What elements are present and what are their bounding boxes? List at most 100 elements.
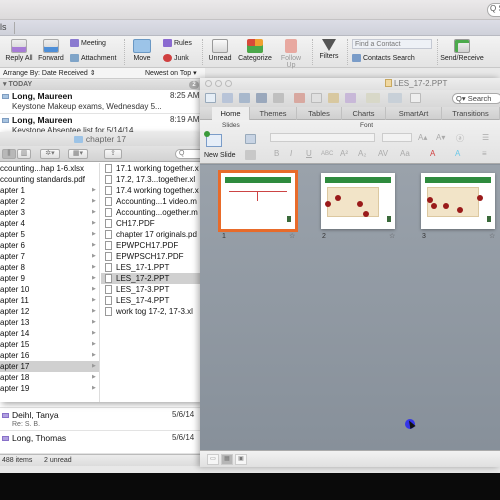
tab-home[interactable]: Home (212, 107, 250, 120)
finder-item[interactable]: apter 7 ▶ (0, 251, 99, 262)
finder-item[interactable]: apter 9 ▶ (0, 273, 99, 284)
finder-file[interactable]: LES_17-2.PPT (101, 273, 200, 284)
filters-button[interactable]: Filters (317, 39, 341, 60)
sort-order-dropdown[interactable]: Newest on Top ▾ (145, 69, 197, 77)
font-color-button[interactable]: A (430, 149, 435, 158)
finder-item[interactable]: ccounting...hap 1-6.xlsx (0, 163, 99, 174)
coverflow-view-button[interactable]: ▥ (17, 149, 31, 159)
bullets-button[interactable]: ☰ (482, 133, 489, 142)
cut-icon[interactable] (294, 93, 305, 103)
share-button[interactable]: ⇪ (104, 149, 122, 159)
slideshow-view-button[interactable]: ▣ (235, 454, 247, 465)
slide-thumbnail[interactable] (421, 173, 495, 229)
layout-icon[interactable] (245, 134, 256, 144)
subscript-button[interactable]: A₂ (358, 149, 366, 158)
finder-item[interactable]: apter 11 ▶ (0, 295, 99, 306)
finder-item[interactable]: apter 14 ▶ (0, 328, 99, 339)
group-header-today[interactable]: ▾ TODAY 2 (0, 80, 205, 90)
close-button[interactable] (205, 80, 212, 87)
categorize-button[interactable]: Categorize (237, 39, 273, 62)
templates-icon[interactable] (222, 93, 233, 103)
finder-item[interactable]: ccounting standards.pdf (0, 174, 99, 185)
rules-button[interactable]: Rules (163, 39, 192, 47)
tab-smartart[interactable]: SmartArt (386, 107, 442, 120)
bold-button[interactable]: B (274, 149, 279, 158)
character-spacing-button[interactable]: AV (378, 149, 388, 158)
paste-icon[interactable] (328, 93, 339, 103)
align-left-button[interactable]: ≡ (482, 149, 487, 158)
finder-file[interactable]: LES_17-3.PPT (101, 284, 200, 295)
format-painter-icon[interactable] (345, 93, 356, 103)
undo-icon[interactable] (366, 93, 380, 103)
grow-font-button[interactable]: A▴ (418, 133, 427, 142)
tab-tables[interactable]: Tables (297, 107, 342, 120)
change-case-button[interactable]: Aa (400, 149, 410, 158)
junk-button[interactable]: Junk (163, 54, 189, 62)
finder-file[interactable]: work tog 17-2, 17-3.xl (101, 306, 200, 317)
arrange-button[interactable]: ▦▾ (68, 149, 88, 159)
zoom-button[interactable] (225, 80, 232, 87)
follow-up-button[interactable]: Follow Up (276, 39, 306, 69)
new-document-icon[interactable] (205, 93, 216, 103)
finder-item[interactable]: apter 16 ▶ (0, 350, 99, 361)
font-name-field[interactable] (270, 133, 375, 142)
arrange-by-dropdown[interactable]: Arrange By: Date Received ⇕ (3, 69, 96, 77)
unread-button[interactable]: Unread (206, 39, 234, 62)
move-button[interactable]: Move (128, 39, 156, 62)
ppt-search-field[interactable]: Q▾ Search (452, 93, 500, 104)
finder-file[interactable]: LES_17-4.PPT (101, 295, 200, 306)
finder-item[interactable]: apter 8 ▶ (0, 262, 99, 273)
finder-item[interactable]: apter 13 ▶ (0, 317, 99, 328)
finder-item[interactable]: apter 2 ▶ (0, 196, 99, 207)
text-effects-button[interactable]: A (455, 149, 460, 158)
strikethrough-button[interactable]: ABC (321, 151, 333, 157)
finder-item[interactable]: apter 1 ▶ (0, 185, 99, 196)
slide-thumbnail[interactable] (321, 173, 395, 229)
tab-charts[interactable]: Charts (342, 107, 386, 120)
attachment-button[interactable]: Attachment (70, 54, 116, 62)
copy-icon[interactable] (311, 93, 322, 103)
finder-item[interactable]: apter 12 ▶ (0, 306, 99, 317)
finder-file[interactable]: 17.1 working together.x (101, 163, 200, 174)
finder-item[interactable]: apter 15 ▶ (0, 339, 99, 350)
superscript-button[interactable]: A² (340, 149, 348, 158)
finder-file[interactable]: 17.2, 17.3...together.xl (101, 174, 200, 185)
contacts-search-button[interactable]: Contacts Search (352, 54, 415, 62)
underline-button[interactable]: U (306, 149, 312, 158)
slide-transition-icon[interactable]: ☆ (489, 232, 495, 240)
column-view-button[interactable]: ⫼ (2, 149, 16, 159)
finder-file[interactable]: EPWPSCH17.PDF (101, 251, 200, 262)
meeting-button[interactable]: Meeting (70, 39, 106, 47)
finder-file[interactable]: 17.4 working together.x (101, 185, 200, 196)
reply-all-button[interactable]: Reply All (4, 39, 34, 62)
action-gear-button[interactable]: ✲▾ (40, 149, 60, 159)
finder-file[interactable]: Accounting...ogether.m (101, 207, 200, 218)
finder-item[interactable]: apter 6 ▶ (0, 240, 99, 251)
finder-item[interactable]: apter 19 ▶ (0, 383, 99, 394)
italic-button[interactable]: I (290, 149, 292, 158)
slide-transition-icon[interactable]: ☆ (289, 232, 295, 240)
finder-file[interactable]: LES_17-1.PPT (101, 262, 200, 273)
finder-file[interactable]: Accounting...1 video.m (101, 196, 200, 207)
finder-item[interactable]: apter 3 ▶ (0, 207, 99, 218)
finder-item[interactable]: apter 5 ▶ (0, 229, 99, 240)
clear-format-button[interactable]: ⓐ (456, 133, 464, 144)
message-item[interactable]: Deihl, Tanya 5/6/14 Re: S. B. (0, 409, 205, 431)
finder-file[interactable]: EPWPCH17.PDF (101, 240, 200, 251)
top-search-field[interactable]: Q S (487, 3, 500, 17)
print-icon[interactable] (273, 93, 284, 103)
tab-transitions[interactable]: Transitions (442, 107, 500, 120)
find-contact-input[interactable]: Find a Contact (352, 39, 432, 49)
message-item[interactable]: Long, Thomas 5/6/14 (0, 432, 205, 454)
send-receive-button[interactable]: Send/Receive (440, 39, 484, 62)
shrink-font-button[interactable]: A▾ (436, 133, 445, 142)
redo-icon[interactable] (388, 93, 402, 103)
slide-transition-icon[interactable]: ☆ (389, 232, 395, 240)
forward-button[interactable]: Forward (37, 39, 65, 62)
font-size-field[interactable] (382, 133, 412, 142)
message-item[interactable]: Long, Maureen 8:25 AM Keystone Makeup ex… (0, 90, 205, 114)
normal-view-button[interactable]: ▭ (207, 454, 219, 465)
minimize-button[interactable] (215, 80, 222, 87)
section-icon[interactable] (245, 150, 256, 160)
finder-file[interactable]: CH17.PDF (101, 218, 200, 229)
